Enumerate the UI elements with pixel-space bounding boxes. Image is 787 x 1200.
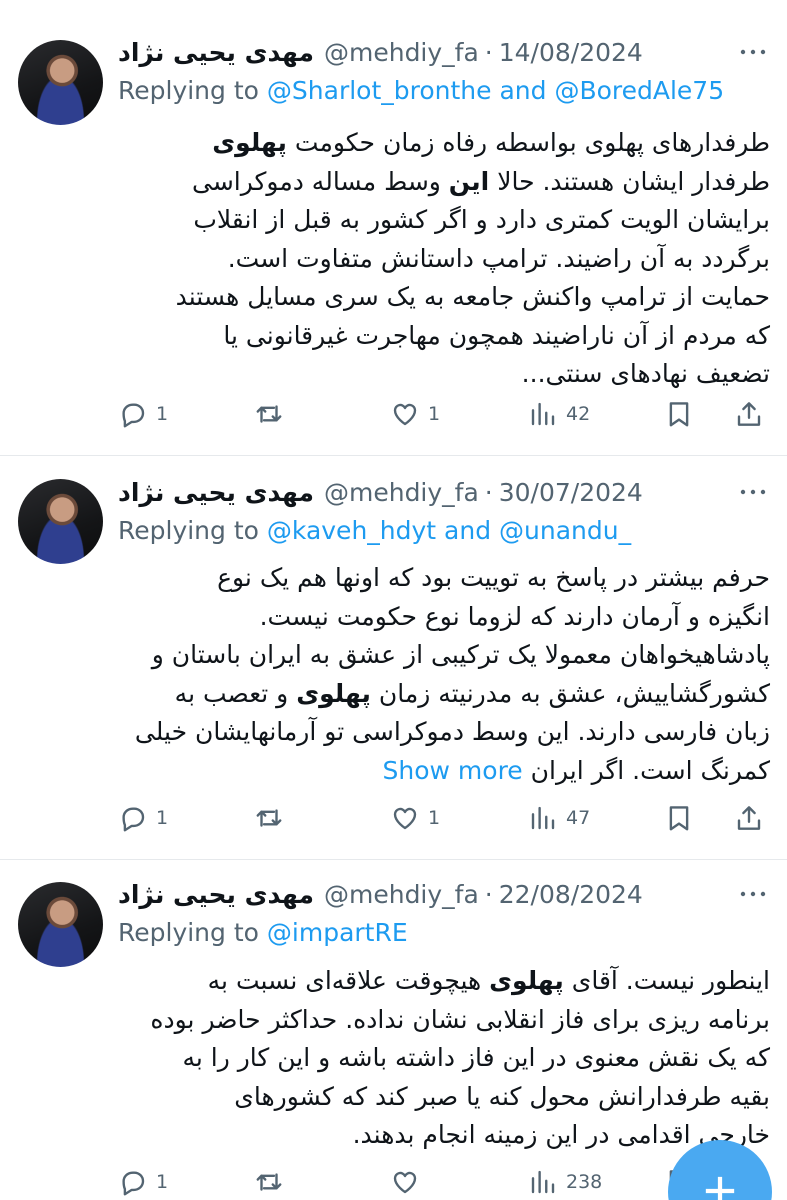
reply-icon — [122, 1171, 145, 1196]
tweet[interactable]: مهدی یحیی نژاد @mehdiy_fa · 30/07/2024 R… — [0, 456, 787, 860]
retweet-icon — [256, 809, 282, 827]
like-button[interactable] — [390, 1162, 428, 1200]
more-options-icon[interactable] — [739, 32, 767, 72]
views-count: 238 — [566, 1171, 603, 1193]
views-icon — [531, 806, 555, 830]
author-handle[interactable]: @mehdiy_fa — [324, 38, 479, 67]
body-line: کمرنگ است. اگر ایران Show more — [382, 755, 770, 785]
bookmark-button[interactable] — [664, 798, 694, 838]
body-line: برایشان الویت کمتری دارد و اگر کشور به ق… — [193, 205, 770, 234]
bookmark-icon — [669, 402, 689, 427]
compose-icon — [705, 1176, 735, 1200]
share-icon — [737, 806, 761, 830]
author-name[interactable]: مهدی یحیی نژاد — [118, 880, 314, 909]
body-line: پادشاهیخواهان معمولا یک ترکیبی از عشق به… — [151, 640, 770, 669]
reply-icon — [122, 807, 145, 832]
body-line: که مردم از آن ناراضیند همچون مهاجرت غیرق… — [223, 320, 770, 350]
body-line: طرفدار ایشان هستند. حالا این وسط مساله د… — [192, 166, 770, 196]
avatar[interactable] — [18, 882, 103, 967]
replying-to: Replying to @Sharlot_bronthe and @BoredA… — [118, 76, 767, 112]
tweet[interactable]: مهدی یحیی نژاد @mehdiy_fa · 22/08/2024 R… — [0, 860, 787, 1200]
tweet-date[interactable]: 14/08/2024 — [499, 38, 643, 67]
tweet-header: مهدی یحیی نژاد @mehdiy_fa · 14/08/2024 — [118, 32, 767, 72]
like-button[interactable]: 1 — [390, 394, 440, 434]
author-name[interactable]: مهدی یحیی نژاد — [118, 478, 314, 507]
views-button[interactable]: 42 — [528, 394, 590, 434]
separator-dot: · — [484, 477, 493, 507]
tweet-header: مهدی یحیی نژاد @mehdiy_fa · 22/08/2024 — [118, 874, 767, 914]
body-line: انگیزه و آرمان دارند که لزوما نوع حکومت … — [259, 601, 770, 631]
reply-button[interactable]: 1 — [118, 394, 168, 434]
body-line: تضعیف نهادهای سنتی... — [521, 359, 770, 388]
reply-button[interactable]: 1 — [118, 1162, 168, 1200]
like-icon — [393, 807, 417, 830]
author-handle[interactable]: @mehdiy_fa — [324, 478, 479, 507]
tweet-body: حرفم بیشتر در پاسخ به توییت بود که اونها… — [118, 559, 770, 790]
body-line: حرفم بیشتر در پاسخ به توییت بود که اونها… — [217, 563, 770, 592]
avatar[interactable] — [18, 40, 103, 125]
replying-prefix: Replying to — [118, 76, 259, 105]
bookmark-button[interactable] — [664, 394, 694, 434]
more-options-icon[interactable] — [739, 874, 767, 914]
author-name[interactable]: مهدی یحیی نژاد — [118, 38, 314, 67]
views-icon — [531, 402, 555, 426]
views-button[interactable]: 238 — [528, 1162, 602, 1200]
retweet-button[interactable] — [254, 798, 292, 838]
views-icon — [531, 1170, 555, 1194]
like-count: 1 — [428, 807, 441, 829]
tweet-date[interactable]: 30/07/2024 — [499, 478, 643, 507]
like-icon — [393, 1171, 417, 1194]
retweet-icon — [256, 405, 282, 423]
share-button[interactable] — [734, 394, 764, 434]
tweet-body: اینطور نیست. آقای پهلوی هیچوقت علاقه‌ای … — [118, 962, 770, 1155]
retweet-button[interactable] — [254, 394, 292, 434]
like-icon — [393, 403, 417, 426]
like-count: 1 — [428, 403, 441, 425]
bookmark-icon — [669, 806, 689, 831]
body-line: طرفدارهای پهلوی بواسطه رفاه زمان حکومت پ… — [212, 128, 770, 157]
body-line: حمایت از ترامپ واکنش جامعه به یک سری مسا… — [175, 282, 770, 311]
replying-to: Replying to @impartRE — [118, 918, 767, 954]
tweet-body: طرفدارهای پهلوی بواسطه رفاه زمان حکومت پ… — [118, 124, 770, 394]
body-line: برگردد به آن راضیند. ترامپ داستانش متفاو… — [227, 243, 770, 273]
tweet-date[interactable]: 22/08/2024 — [499, 880, 643, 909]
body-line: زبان فارسی دارند. این وسط دموکراسی تو آر… — [134, 717, 770, 746]
body-line: کشورگشاییش، عشق به مدرنیته زمان پهلوی و … — [174, 678, 770, 708]
replying-to: Replying to @kaveh_hdyt and @unandu_ — [118, 516, 767, 552]
reply-button[interactable]: 1 — [118, 798, 168, 838]
tweet-header: مهدی یحیی نژاد @mehdiy_fa · 30/07/2024 — [118, 472, 767, 512]
avatar[interactable] — [18, 479, 103, 564]
views-count: 47 — [566, 807, 591, 829]
tweet-actions: 1 1 42 — [112, 394, 773, 434]
reply-count: 1 — [156, 807, 169, 829]
views-count: 42 — [566, 403, 591, 425]
like-button[interactable]: 1 — [390, 798, 440, 838]
body-line: خارجی اقدامی در این زمینه انجام بدهند. — [352, 1120, 770, 1149]
replying-prefix: Replying to — [118, 516, 259, 545]
tweet[interactable]: مهدی یحیی نژاد @mehdiy_fa · 14/08/2024 R… — [0, 0, 787, 456]
body-line: که یک نقش معنوی در این فاز داشته باشه و … — [182, 1043, 770, 1072]
body-line: برنامه ریزی برای فاز انقلابی نشان نداده.… — [150, 1004, 770, 1034]
reply-icon — [122, 403, 145, 428]
replying-mentions[interactable]: @Sharlot_bronthe and @BoredAle75 — [267, 76, 724, 105]
retweet-icon — [256, 1173, 282, 1191]
replying-mentions[interactable]: @kaveh_hdyt and @unandu_ — [267, 516, 631, 545]
show-more-link[interactable]: Show more — [383, 756, 523, 785]
tweet-actions: 1 1 47 — [112, 798, 773, 838]
body-line: بقیه طرفدارانش محول کنه یا صبر کند که کش… — [234, 1081, 770, 1111]
reply-count: 1 — [156, 1171, 169, 1193]
body-line: اینطور نیست. آقای پهلوی هیچوقت علاقه‌ای … — [207, 966, 770, 995]
share-icon — [737, 402, 761, 426]
share-button[interactable] — [734, 798, 764, 838]
separator-dot: · — [484, 879, 493, 909]
views-button[interactable]: 47 — [528, 798, 590, 838]
retweet-button[interactable] — [254, 1162, 292, 1200]
more-options-icon[interactable] — [739, 472, 767, 512]
reply-count: 1 — [156, 403, 169, 425]
replying-prefix: Replying to — [118, 918, 259, 947]
separator-dot: · — [484, 37, 493, 67]
author-handle[interactable]: @mehdiy_fa — [324, 880, 479, 909]
replying-mentions[interactable]: @impartRE — [267, 918, 408, 947]
